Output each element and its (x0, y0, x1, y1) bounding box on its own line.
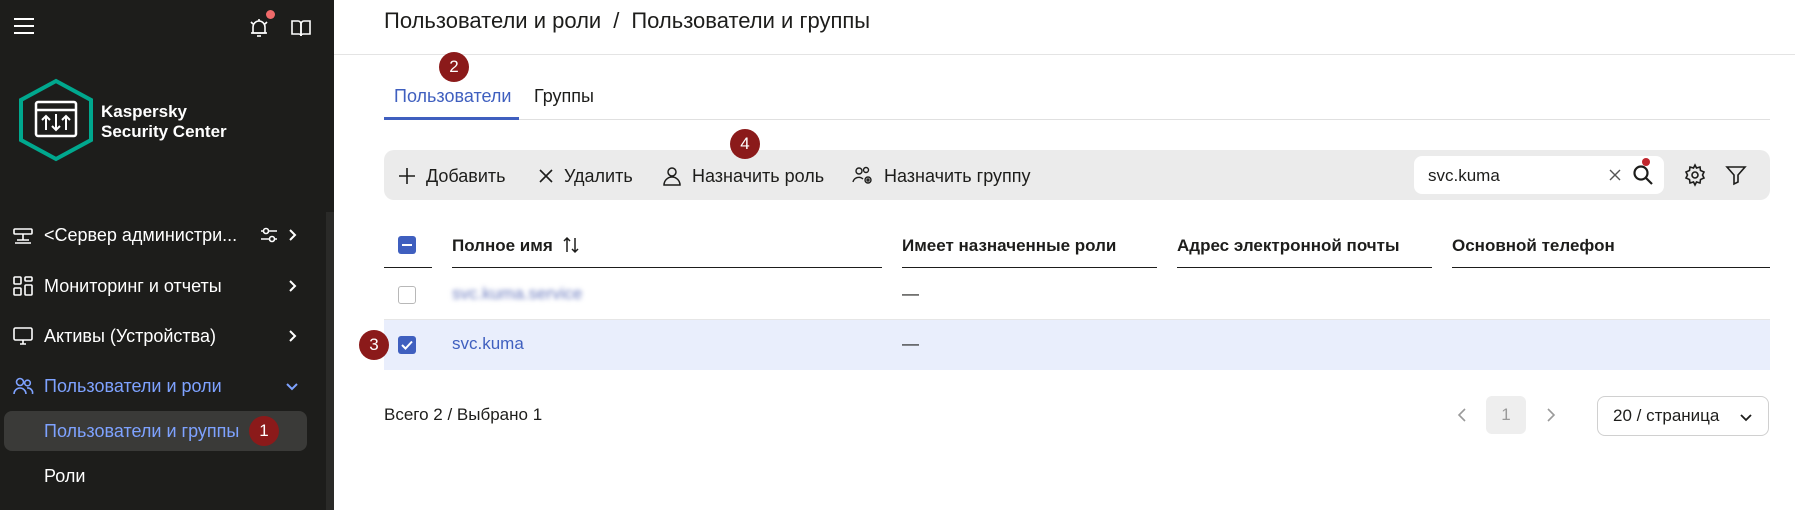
users-icon (13, 377, 34, 395)
sidebar-item-users-roles[interactable]: Пользователи и роли (0, 366, 334, 406)
active-tab-indicator (384, 117, 519, 120)
column-header-full-name[interactable]: Полное имя (452, 222, 882, 268)
chevron-right-icon (289, 280, 297, 292)
search-input-value[interactable]: svc.kuma (1428, 166, 1500, 186)
plus-icon (399, 168, 415, 184)
step-badge-1: 1 (249, 416, 279, 446)
table-row[interactable]: svc.kuma — (384, 320, 1770, 370)
filter-icon[interactable] (1724, 163, 1748, 187)
notification-bell-icon[interactable] (248, 17, 270, 39)
tab-bar: Пользователи Группы (384, 78, 1770, 120)
row-checkbox[interactable] (398, 336, 416, 354)
assign-group-button-label: Назначить группу (884, 165, 1031, 186)
toolbar: Добавить Удалить Назначить роль Назначит… (384, 150, 1770, 200)
clear-search-icon[interactable] (1608, 168, 1622, 182)
kaspersky-logo-icon (19, 78, 93, 162)
brand-line-2: Security Center (101, 122, 227, 141)
monitor-icon (13, 327, 33, 345)
row-roles: — (902, 334, 919, 353)
page-header: Пользователи и роли / Пользователи и групп… (334, 0, 1795, 55)
breadcrumb-parent[interactable]: Пользователи и роли (384, 8, 601, 33)
assign-role-button-label: Назначить роль (692, 165, 825, 186)
sidebar-item-assets[interactable]: Активы (Устройства) (0, 316, 334, 356)
tab-groups[interactable]: Группы (534, 86, 594, 107)
column-header-roles[interactable]: Имеет назначенные роли (902, 222, 1157, 268)
selection-summary: Всего 2 / Выбрано 1 (384, 405, 543, 424)
dashboard-icon (13, 276, 33, 296)
page-size-value: 20 / страница (1613, 406, 1720, 425)
row-full-name[interactable]: svc.kuma (452, 334, 524, 354)
page-number-button[interactable]: 1 (1486, 396, 1526, 434)
table-row[interactable]: svc.kuma.service — (384, 270, 1770, 320)
add-button[interactable]: Добавить (398, 163, 506, 189)
chevron-right-icon (289, 229, 297, 241)
sort-icon[interactable] (562, 236, 580, 254)
sidebar-top-bar (0, 0, 334, 56)
select-all-column-header (384, 222, 432, 268)
step-badge-4: 4 (730, 129, 760, 159)
page-size-select[interactable]: 20 / страница (1597, 396, 1769, 436)
sidebar-scrollbar[interactable] (326, 212, 334, 510)
step-badge-3: 3 (359, 330, 389, 360)
sidebar-item-monitoring[interactable]: Мониторинг и отчеты (0, 266, 334, 306)
sidebar-item-label: Мониторинг и отчеты (44, 275, 222, 296)
close-icon (539, 169, 553, 183)
sidebar: Kaspersky Security Center <Сервер админи… (0, 0, 334, 510)
chevron-right-icon (289, 330, 297, 342)
column-header-label: Полное имя (452, 236, 553, 255)
sidebar-item-label: Пользователи и роли (44, 375, 222, 396)
next-page-icon[interactable] (1543, 405, 1559, 425)
chevron-down-icon (286, 383, 298, 391)
step-badge-2: 2 (439, 52, 469, 82)
column-header-phone[interactable]: Основной телефон (1452, 222, 1770, 268)
row-checkbox[interactable] (398, 286, 416, 304)
delete-button-label: Удалить (564, 165, 633, 186)
brand-line-1: Kaspersky (101, 102, 188, 121)
column-header-label: Адрес электронной почты (1177, 236, 1400, 255)
checkmark-icon (401, 340, 413, 350)
breadcrumb-current: Пользователи и группы (631, 8, 871, 33)
user-icon (663, 167, 681, 186)
select-all-checkbox[interactable] (398, 236, 416, 254)
assign-role-button[interactable]: Назначить роль (662, 163, 824, 189)
row-roles: — (902, 284, 919, 303)
column-header-email[interactable]: Адрес электронной почты (1177, 222, 1432, 268)
previous-page-icon[interactable] (1454, 405, 1470, 425)
assign-group-button[interactable]: Назначить группу (852, 163, 1031, 189)
breadcrumb: Пользователи и роли / Пользователи и групп… (384, 8, 870, 34)
server-icon (13, 228, 33, 244)
sidebar-subitem-label: Пользователи и группы (44, 420, 240, 441)
column-header-label: Имеет назначенные роли (902, 236, 1117, 255)
search-input[interactable]: svc.kuma (1414, 156, 1664, 194)
sidebar-subitem-label: Роли (44, 465, 86, 486)
sidebar-item-label: <Сервер администри... (44, 224, 238, 245)
breadcrumb-separator: / (613, 8, 620, 33)
gear-icon[interactable] (1683, 163, 1707, 187)
menu-icon[interactable] (14, 18, 34, 34)
add-button-label: Добавить (426, 165, 506, 186)
settings-sliders-icon[interactable] (258, 224, 280, 246)
search-icon[interactable] (1632, 164, 1654, 186)
tab-users[interactable]: Пользователи (394, 86, 511, 107)
sidebar-item-admin-server[interactable]: <Сервер администри... (0, 215, 334, 255)
search-indicator-dot (1642, 158, 1650, 166)
row-full-name[interactable]: svc.kuma.service (452, 284, 582, 304)
book-icon[interactable] (290, 18, 312, 38)
notification-dot (266, 10, 275, 19)
sidebar-item-label: Активы (Устройства) (44, 325, 217, 346)
sidebar-subitem-roles[interactable]: Роли (4, 456, 307, 496)
user-group-gear-icon (852, 166, 872, 184)
brand-name: Kaspersky Security Center (101, 102, 227, 142)
delete-button[interactable]: Удалить (538, 163, 633, 189)
chevron-down-icon (1740, 414, 1752, 422)
column-header-label: Основной телефон (1452, 236, 1615, 255)
